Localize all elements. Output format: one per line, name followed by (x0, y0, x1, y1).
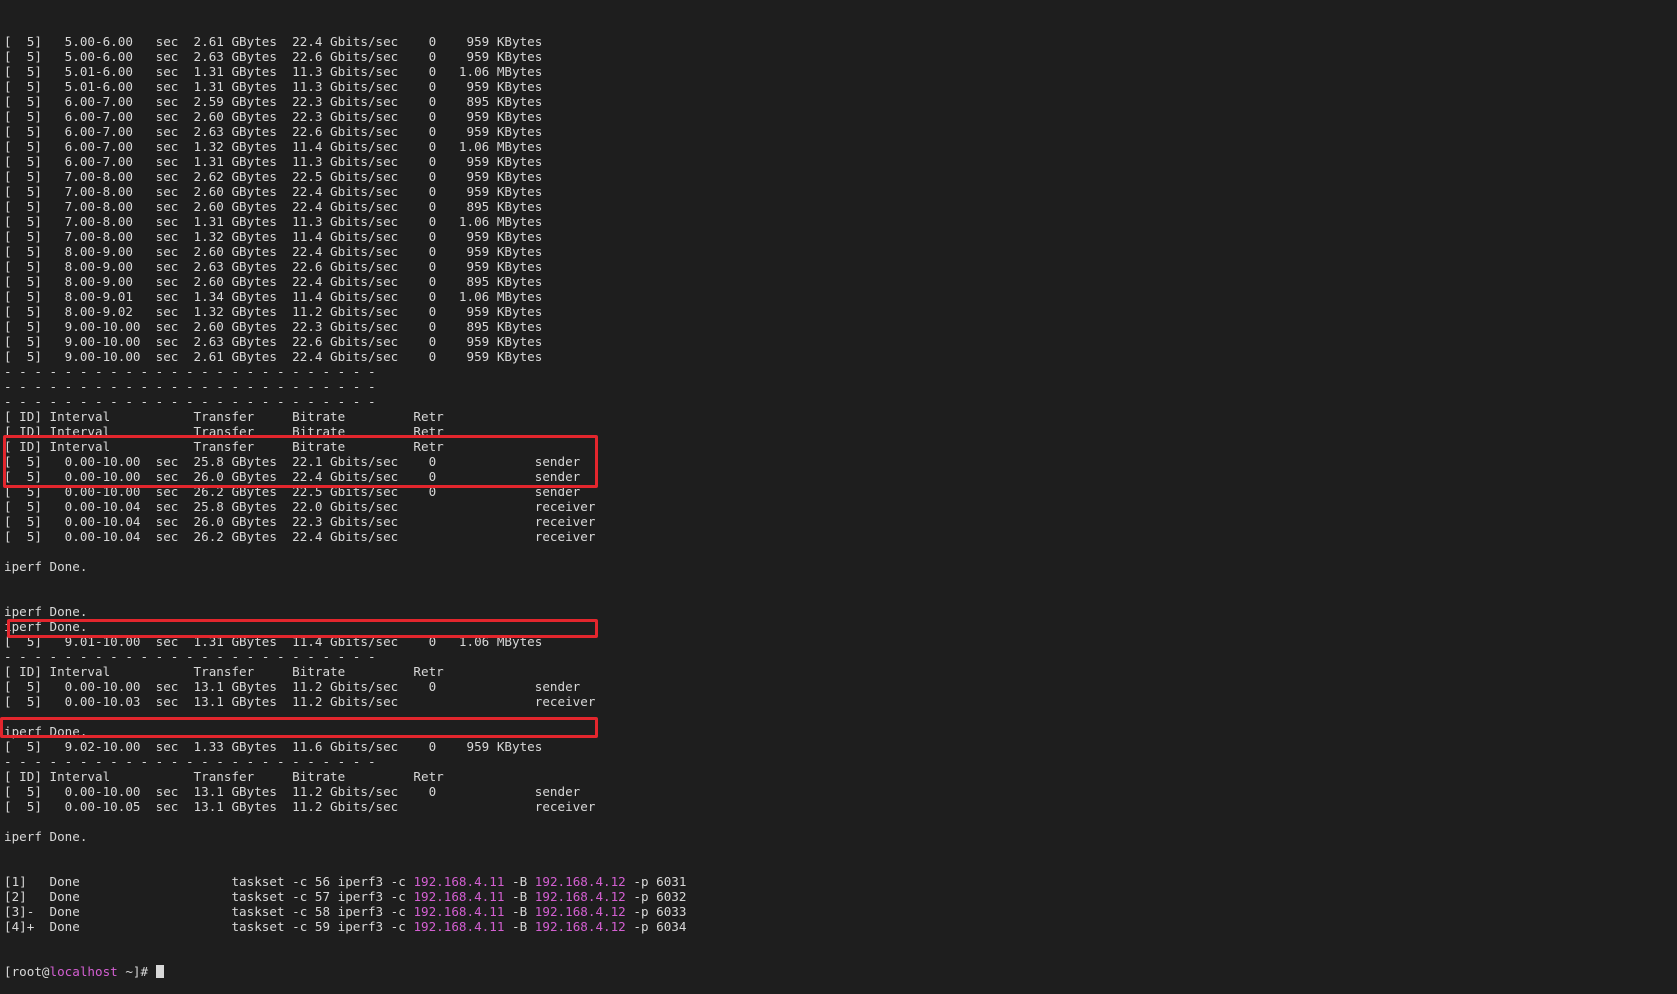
output-line: [ 5] 6.00-7.00 sec 2.59 GBytes 22.3 Gbit… (4, 94, 543, 109)
job-port: -p 6033 (625, 904, 687, 919)
output-line: [ 5] 7.00-8.00 sec 1.31 GBytes 11.3 Gbit… (4, 214, 543, 229)
output-line: [ ID] Interval Transfer Bitrate Retr (4, 769, 444, 784)
job-port: -p 6031 (625, 874, 687, 889)
job-command: [2] Done taskset -c 57 iperf3 -c (4, 889, 414, 904)
output-line: - - - - - - - - - - - - - - - - - - - - … (4, 394, 376, 409)
output-line: - - - - - - - - - - - - - - - - - - - - … (4, 754, 376, 769)
job-command: [3]- Done taskset -c 58 iperf3 -c (4, 904, 414, 919)
job-port: -p 6032 (625, 889, 687, 904)
output-line: [ 5] 8.00-9.00 sec 2.60 GBytes 22.4 Gbit… (4, 244, 543, 259)
output-line: [ 5] 5.01-6.00 sec 1.31 GBytes 11.3 Gbit… (4, 64, 543, 79)
output-line: [ 5] 8.00-9.01 sec 1.34 GBytes 11.4 Gbit… (4, 289, 543, 304)
bind-ip: 192.168.4.12 (534, 889, 626, 904)
output-line: [ 5] 6.00-7.00 sec 1.32 GBytes 11.4 Gbit… (4, 139, 543, 154)
job-line: [1] Done taskset -c 56 iperf3 -c 192.168… (4, 874, 1677, 889)
text-cursor (155, 965, 164, 978)
terminal-output: [ 5] 5.00-6.00 sec 2.61 GBytes 22.4 Gbit… (4, 34, 1677, 844)
client-ip: 192.168.4.11 (413, 919, 505, 934)
output-line: [ 5] 8.00-9.00 sec 2.60 GBytes 22.4 Gbit… (4, 274, 543, 289)
output-line: [ 5] 0.00-10.04 sec 26.0 GBytes 22.3 Gbi… (4, 514, 596, 529)
job-list: [1] Done taskset -c 56 iperf3 -c 192.168… (4, 874, 1677, 934)
output-line: - - - - - - - - - - - - - - - - - - - - … (4, 364, 376, 379)
output-line: [ 5] 7.00-8.00 sec 2.60 GBytes 22.4 Gbit… (4, 184, 543, 199)
output-line: [ ID] Interval Transfer Bitrate Retr (4, 664, 444, 679)
job-flag: -B (504, 904, 535, 919)
client-ip: 192.168.4.11 (413, 904, 505, 919)
job-command: [4]+ Done taskset -c 59 iperf3 -c (4, 919, 414, 934)
output-line: [ 5] 0.00-10.04 sec 26.2 GBytes 22.4 Gbi… (4, 529, 596, 544)
output-line: [ 5] 0.00-10.00 sec 26.2 GBytes 22.5 Gbi… (4, 484, 581, 499)
job-command: [1] Done taskset -c 56 iperf3 -c (4, 874, 414, 889)
terminal-window[interactable]: [ 5] 5.00-6.00 sec 2.61 GBytes 22.4 Gbit… (0, 0, 1677, 979)
output-line: [ 5] 8.00-9.02 sec 1.32 GBytes 11.2 Gbit… (4, 304, 543, 319)
output-line: [ 5] 8.00-9.00 sec 2.63 GBytes 22.6 Gbit… (4, 259, 543, 274)
output-line: [ ID] Interval Transfer Bitrate Retr (4, 409, 444, 424)
output-line: [ 5] 9.00-10.00 sec 2.61 GBytes 22.4 Gbi… (4, 349, 543, 364)
job-flag: -B (504, 874, 535, 889)
output-line: [ 5] 0.00-10.03 sec 13.1 GBytes 11.2 Gbi… (4, 694, 596, 709)
output-line: iperf Done. (4, 619, 88, 634)
output-line: [ 5] 5.01-6.00 sec 1.31 GBytes 11.3 Gbit… (4, 79, 543, 94)
output-line: [ ID] Interval Transfer Bitrate Retr (4, 424, 444, 439)
client-ip: 192.168.4.11 (413, 889, 505, 904)
output-line: [ 5] 6.00-7.00 sec 1.31 GBytes 11.3 Gbit… (4, 154, 543, 169)
output-line: iperf Done. (4, 829, 88, 844)
prompt-host: localhost (49, 964, 118, 979)
bind-ip: 192.168.4.12 (534, 919, 626, 934)
output-line: [ 5] 7.00-8.00 sec 2.60 GBytes 22.4 Gbit… (4, 199, 543, 214)
output-line: [ 5] 0.00-10.04 sec 25.8 GBytes 22.0 Gbi… (4, 499, 596, 514)
output-line: [ 5] 5.00-6.00 sec 2.63 GBytes 22.6 Gbit… (4, 49, 543, 64)
job-flag: -B (504, 919, 535, 934)
output-line: [ 5] 0.00-10.00 sec 13.1 GBytes 11.2 Gbi… (4, 679, 581, 694)
output-line: [ ID] Interval Transfer Bitrate Retr (4, 439, 444, 454)
client-ip: 192.168.4.11 (413, 874, 505, 889)
output-line: iperf Done. (4, 559, 88, 574)
output-line: [ 5] 7.00-8.00 sec 2.62 GBytes 22.5 Gbit… (4, 169, 543, 184)
output-line: [ 5] 9.01-10.00 sec 1.31 GBytes 11.4 Gbi… (4, 634, 543, 649)
output-line: [ 5] 0.00-10.00 sec 26.0 GBytes 22.4 Gbi… (4, 469, 581, 484)
job-port: -p 6034 (625, 919, 687, 934)
job-line: [2] Done taskset -c 57 iperf3 -c 192.168… (4, 889, 1677, 904)
output-line: [ 5] 0.00-10.05 sec 13.1 GBytes 11.2 Gbi… (4, 799, 596, 814)
output-line: [ 5] 6.00-7.00 sec 2.63 GBytes 22.6 Gbit… (4, 124, 543, 139)
job-line: [3]- Done taskset -c 58 iperf3 -c 192.16… (4, 904, 1677, 919)
output-line: [ 5] 6.00-7.00 sec 2.60 GBytes 22.3 Gbit… (4, 109, 543, 124)
output-line: iperf Done. (4, 604, 88, 619)
prompt-close: ~]# (117, 964, 156, 979)
job-line: [4]+ Done taskset -c 59 iperf3 -c 192.16… (4, 919, 1677, 934)
bind-ip: 192.168.4.12 (534, 874, 626, 889)
job-flag: -B (504, 889, 535, 904)
output-line: - - - - - - - - - - - - - - - - - - - - … (4, 379, 376, 394)
output-line: [ 5] 0.00-10.00 sec 25.8 GBytes 22.1 Gbi… (4, 454, 581, 469)
output-line: [ 5] 9.00-10.00 sec 2.60 GBytes 22.3 Gbi… (4, 319, 543, 334)
output-line: - - - - - - - - - - - - - - - - - - - - … (4, 649, 376, 664)
output-line: [ 5] 7.00-8.00 sec 1.32 GBytes 11.4 Gbit… (4, 229, 543, 244)
prompt-open: [root@ (4, 964, 50, 979)
output-line: [ 5] 9.02-10.00 sec 1.33 GBytes 11.6 Gbi… (4, 739, 543, 754)
output-line: [ 5] 9.00-10.00 sec 2.63 GBytes 22.6 Gbi… (4, 334, 543, 349)
output-line: [ 5] 5.00-6.00 sec 2.61 GBytes 22.4 Gbit… (4, 34, 543, 49)
shell-prompt[interactable]: [root@localhost ~]# (4, 964, 1677, 979)
output-line: iperf Done. (4, 724, 88, 739)
bind-ip: 192.168.4.12 (534, 904, 626, 919)
output-line: [ 5] 0.00-10.00 sec 13.1 GBytes 11.2 Gbi… (4, 784, 581, 799)
